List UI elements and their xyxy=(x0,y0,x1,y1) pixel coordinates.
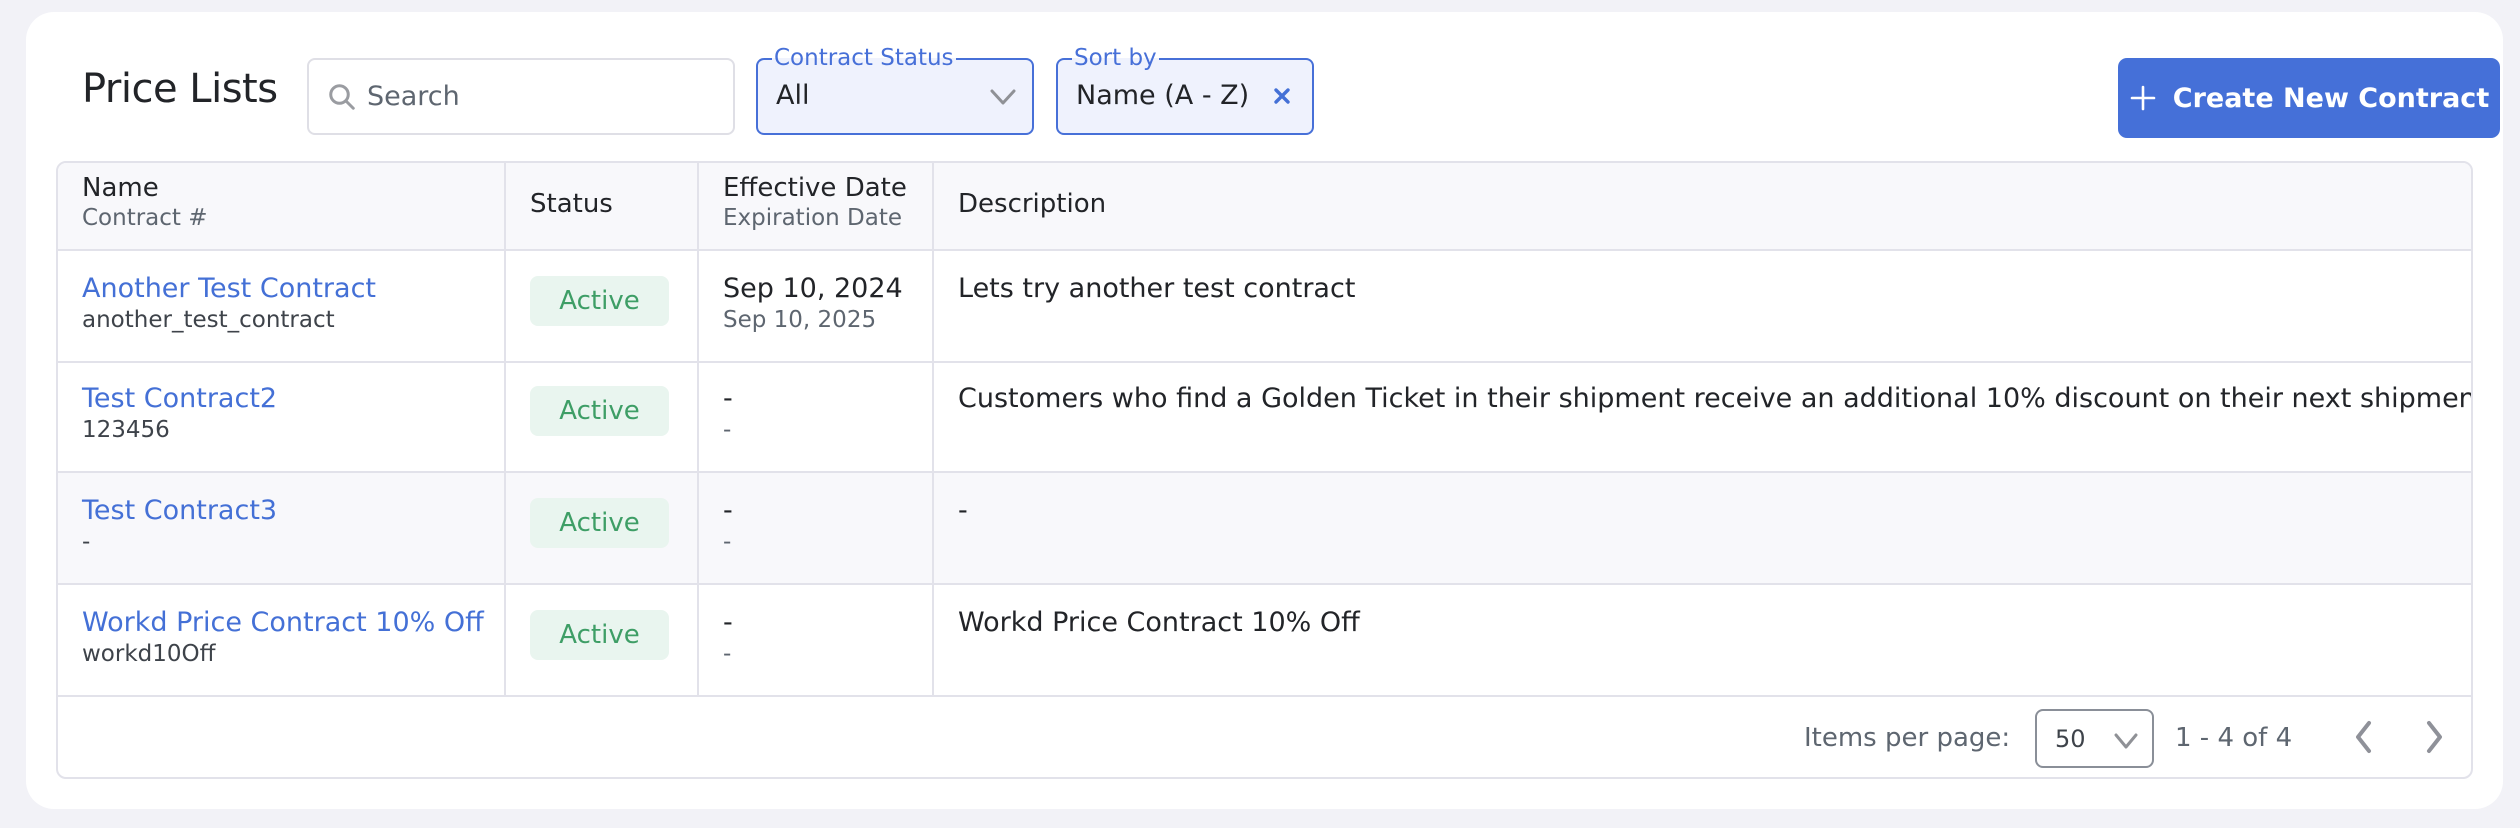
name-cell: Workd Price Contract 10% Off workd10Off xyxy=(58,585,506,695)
column-title: Description xyxy=(958,189,1107,219)
contract-status-value: All xyxy=(776,80,810,111)
status-badge: Active xyxy=(530,386,669,436)
contract-name-link[interactable]: Another Test Contract xyxy=(82,273,376,304)
next-page-icon[interactable] xyxy=(2414,715,2454,759)
sort-by-value: Name (A - Z) xyxy=(1076,80,1250,111)
pagination-bar: Items per page: 50 1 - 4 of 4 xyxy=(58,697,2471,777)
contract-name-link[interactable]: Workd Price Contract 10% Off xyxy=(82,607,484,638)
description: Customers who find a Golden Ticket in th… xyxy=(958,383,2473,414)
contract-number: another_test_contract xyxy=(82,307,335,333)
name-cell: Another Test Contract another_test_contr… xyxy=(58,251,506,361)
description: - xyxy=(958,495,968,526)
contract-number: 123456 xyxy=(82,417,170,443)
table-header: Name Contract # Status Effective Date Ex… xyxy=(58,163,2471,251)
sort-by-select[interactable]: Sort by Name (A - Z) xyxy=(1056,44,1314,135)
status-badge: Active xyxy=(530,610,669,660)
table-row[interactable]: Test Contract2 123456 Active - - Custome… xyxy=(58,361,2471,473)
items-per-page-label: Items per page: xyxy=(1804,723,2011,753)
page-title: Price Lists xyxy=(82,66,278,112)
table-row[interactable]: Test Contract3 - Active - - - xyxy=(58,473,2471,585)
description-cell: Customers who find a Golden Ticket in th… xyxy=(934,361,2471,471)
status-badge: Active xyxy=(530,276,669,326)
expiration-date: - xyxy=(723,641,732,667)
column-header-name[interactable]: Name Contract # xyxy=(58,163,506,249)
pagination-range: 1 - 4 of 4 xyxy=(2175,723,2293,753)
column-header-dates[interactable]: Effective Date Expiration Date xyxy=(699,163,934,249)
status-cell: Active xyxy=(506,585,699,695)
items-per-page-value: 50 xyxy=(2055,725,2086,753)
create-new-contract-label: Create New Contract xyxy=(2172,82,2490,114)
sort-by-label: Sort by xyxy=(1072,44,1159,72)
effective-date: - xyxy=(723,495,733,526)
items-per-page-select[interactable]: 50 xyxy=(2035,709,2154,768)
date-cell: Sep 10, 2024 Sep 10, 2025 xyxy=(699,251,934,361)
expiration-date: - xyxy=(723,417,732,443)
date-cell: - - xyxy=(699,361,934,471)
column-header-description[interactable]: Description xyxy=(934,163,2471,249)
description: Lets try another test contract xyxy=(958,273,1356,304)
create-new-contract-button[interactable]: Create New Contract xyxy=(2118,58,2500,138)
search-input[interactable] xyxy=(367,81,707,112)
plus-icon xyxy=(2130,85,2156,111)
description: Workd Price Contract 10% Off xyxy=(958,607,1360,638)
description-cell: - xyxy=(934,473,2471,583)
search-field[interactable] xyxy=(307,58,735,135)
status-cell: Active xyxy=(506,251,699,361)
clear-sort-icon[interactable] xyxy=(1268,82,1296,110)
description-cell: Lets try another test contract xyxy=(934,251,2471,361)
column-subtitle: Contract # xyxy=(82,205,208,231)
column-subtitle: Expiration Date xyxy=(723,205,903,231)
column-title: Name xyxy=(82,173,159,203)
contract-number: - xyxy=(82,529,91,555)
date-cell: - - xyxy=(699,585,934,695)
column-header-status[interactable]: Status xyxy=(506,163,699,249)
table-row[interactable]: Another Test Contract another_test_contr… xyxy=(58,251,2471,363)
search-icon xyxy=(329,83,355,110)
expiration-date: Sep 10, 2025 xyxy=(723,307,877,333)
description-cell: Workd Price Contract 10% Off xyxy=(934,585,2471,695)
effective-date: - xyxy=(723,607,733,638)
column-title: Effective Date xyxy=(723,173,907,203)
name-cell: Test Contract2 123456 xyxy=(58,361,506,471)
status-badge: Active xyxy=(530,498,669,548)
status-cell: Active xyxy=(506,361,699,471)
contract-number: workd10Off xyxy=(82,641,216,667)
chevron-down-icon xyxy=(2114,733,2138,749)
date-cell: - - xyxy=(699,473,934,583)
effective-date: Sep 10, 2024 xyxy=(723,273,903,304)
status-cell: Active xyxy=(506,473,699,583)
contract-status-label: Contract Status xyxy=(772,44,956,72)
name-cell: Test Contract3 - xyxy=(58,473,506,583)
table-row[interactable]: Workd Price Contract 10% Off workd10Off … xyxy=(58,585,2471,697)
column-title: Status xyxy=(530,189,613,219)
chevron-down-icon xyxy=(990,89,1016,105)
previous-page-icon[interactable] xyxy=(2344,715,2384,759)
effective-date: - xyxy=(723,383,733,414)
contract-status-select[interactable]: Contract Status All xyxy=(756,44,1034,135)
contract-name-link[interactable]: Test Contract3 xyxy=(82,495,277,526)
contracts-table: Name Contract # Status Effective Date Ex… xyxy=(56,161,2473,779)
expiration-date: - xyxy=(723,529,732,555)
contract-name-link[interactable]: Test Contract2 xyxy=(82,383,277,414)
